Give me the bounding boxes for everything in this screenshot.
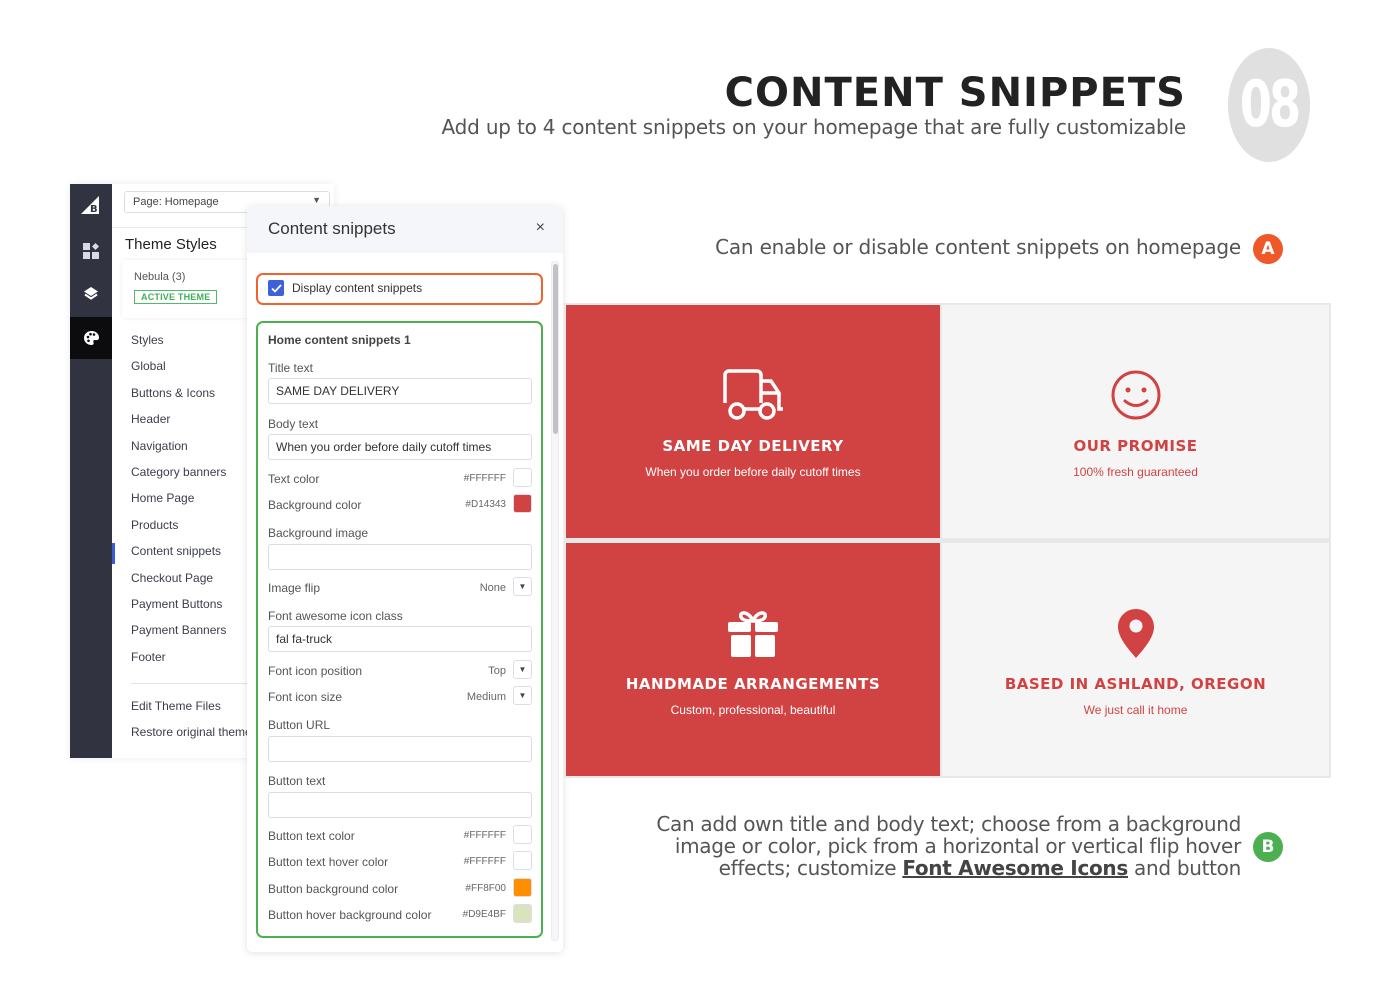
button-text-color-hex: #FFFFFF	[463, 830, 506, 841]
annotation-b-badge: B	[1253, 832, 1283, 862]
panel-header: Content snippets ×	[247, 206, 563, 253]
title-text-label: Title text	[268, 361, 313, 375]
annotation-a-badge: A	[1253, 234, 1283, 264]
icon-rail: B	[70, 184, 112, 758]
image-flip-value: None	[479, 582, 506, 594]
chevron-down-icon: ▼	[518, 665, 527, 674]
body-text-label: Body text	[268, 417, 319, 431]
snippet-group-title: Home content snippets 1	[268, 333, 411, 347]
layers-icon[interactable]	[70, 273, 112, 315]
background-color-hex: #D14343	[465, 499, 506, 510]
icon-size-value: Medium	[466, 691, 506, 703]
snippet-tile[interactable]: BASED IN ASHLAND, OREGON We just call it…	[942, 543, 1329, 776]
text-color-label: Text color	[268, 472, 320, 486]
icon-position-dropdown[interactable]: ▼	[513, 660, 532, 679]
font-awesome-icons-link[interactable]: Font Awesome Icons	[902, 856, 1128, 880]
icon-size-label: Font icon size	[268, 690, 343, 704]
button-url-input[interactable]	[268, 736, 532, 762]
icon-size-dropdown[interactable]: ▼	[513, 686, 532, 705]
map-marker-icon	[1116, 603, 1156, 659]
annotation-b-text-2: and button	[1127, 856, 1241, 880]
button-text-hover-label: Button text hover color	[268, 855, 389, 869]
title-text-input[interactable]: SAME DAY DELIVERY	[268, 378, 532, 404]
snippet-title: SAME DAY DELIVERY	[662, 437, 844, 455]
svg-text:B: B	[90, 204, 98, 214]
button-bg-color-swatch[interactable]	[513, 878, 532, 897]
widgets-icon[interactable]	[70, 230, 112, 272]
image-flip-label: Image flip	[268, 581, 321, 595]
bigcommerce-logo-icon[interactable]: B	[70, 184, 112, 226]
theme-styles-heading: Theme Styles	[125, 236, 217, 253]
section-number-badge: 08	[1227, 48, 1311, 162]
snippets-preview: SAME DAY DELIVERY When you order before …	[564, 303, 1331, 778]
background-image-input[interactable]	[268, 544, 532, 570]
snippet-settings-group: Home content snippets 1 Title text SAME …	[256, 321, 543, 938]
button-text-label: Button text	[268, 774, 326, 788]
check-icon	[270, 283, 282, 293]
annotation-a-text: Can enable or disable content snippets o…	[715, 235, 1241, 259]
icon-position-value: Top	[488, 665, 506, 677]
close-icon[interactable]: ×	[536, 219, 545, 237]
chevron-down-icon: ▼	[518, 582, 527, 591]
icon-class-input[interactable]: fal fa-truck	[268, 626, 532, 652]
chevron-down-icon: ▼	[518, 691, 527, 700]
background-image-label: Background image	[268, 526, 369, 540]
display-content-snippets-checkbox[interactable]	[268, 280, 284, 296]
page-select-value: Page: Homepage	[133, 196, 219, 208]
snippet-body: We just call it home	[1083, 703, 1188, 717]
chevron-down-icon: ▼	[312, 195, 321, 205]
truck-icon	[721, 365, 785, 421]
scroll-thumb[interactable]	[553, 264, 558, 434]
button-text-color-swatch[interactable]	[513, 825, 532, 844]
active-theme-badge: ACTIVE THEME	[134, 290, 218, 304]
image-flip-dropdown[interactable]: ▼	[513, 577, 532, 596]
button-text-input[interactable]	[268, 792, 532, 818]
gift-icon	[727, 603, 779, 659]
snippet-tile[interactable]: HANDMADE ARRANGEMENTS Custom, profession…	[566, 543, 940, 776]
button-text-hover-swatch[interactable]	[513, 851, 532, 870]
button-url-label: Button URL	[268, 718, 331, 732]
background-color-label: Background color	[268, 498, 362, 512]
snippet-title: HANDMADE ARRANGEMENTS	[625, 675, 881, 693]
theme-name: Nebula (3)	[134, 271, 186, 283]
button-bg-color-hex: #FF8F00	[465, 883, 506, 894]
snippet-tile[interactable]: OUR PROMISE 100% fresh guaranteed	[942, 305, 1329, 538]
content-snippets-panel: Content snippets × Display content snipp…	[247, 206, 563, 952]
button-hover-bg-hex: #D9E4BF	[462, 909, 506, 920]
snippet-body: When you order before daily cutoff times	[645, 465, 861, 479]
body-text-input[interactable]: When you order before daily cutoff times	[268, 434, 532, 460]
icon-class-label: Font awesome icon class	[268, 609, 403, 623]
button-text-hover-hex: #FFFFFF	[463, 856, 506, 867]
button-hover-bg-label: Button hover background color	[268, 908, 432, 922]
text-color-swatch[interactable]	[513, 468, 532, 487]
panel-title: Content snippets	[268, 219, 396, 238]
snippet-title: BASED IN ASHLAND, OREGON	[1004, 675, 1267, 693]
button-bg-color-label: Button background color	[268, 882, 399, 896]
snippet-body: Custom, professional, beautiful	[670, 703, 836, 717]
display-content-snippets-label[interactable]: Display content snippets	[292, 281, 422, 295]
button-text-color-label: Button text color	[268, 829, 355, 843]
text-color-hex: #FFFFFF	[463, 473, 506, 484]
snippet-body: 100% fresh guaranteed	[1073, 465, 1198, 479]
background-color-swatch[interactable]	[513, 494, 532, 513]
page-title: CONTENT SNIPPETS	[724, 70, 1186, 116]
panel-scrollbar[interactable]	[551, 261, 559, 941]
snippet-tile[interactable]: SAME DAY DELIVERY When you order before …	[566, 305, 940, 538]
annotation-b-text: Can add own title and body text; choose …	[601, 813, 1241, 879]
display-content-snippets-highlight: Display content snippets	[256, 273, 543, 305]
snippet-title: OUR PROMISE	[1073, 437, 1198, 455]
smile-icon	[1110, 365, 1162, 421]
button-hover-bg-swatch[interactable]	[513, 904, 532, 923]
palette-icon[interactable]	[70, 317, 112, 359]
icon-position-label: Font icon position	[268, 664, 363, 678]
page-subtitle: Add up to 4 content snippets on your hom…	[441, 115, 1187, 139]
